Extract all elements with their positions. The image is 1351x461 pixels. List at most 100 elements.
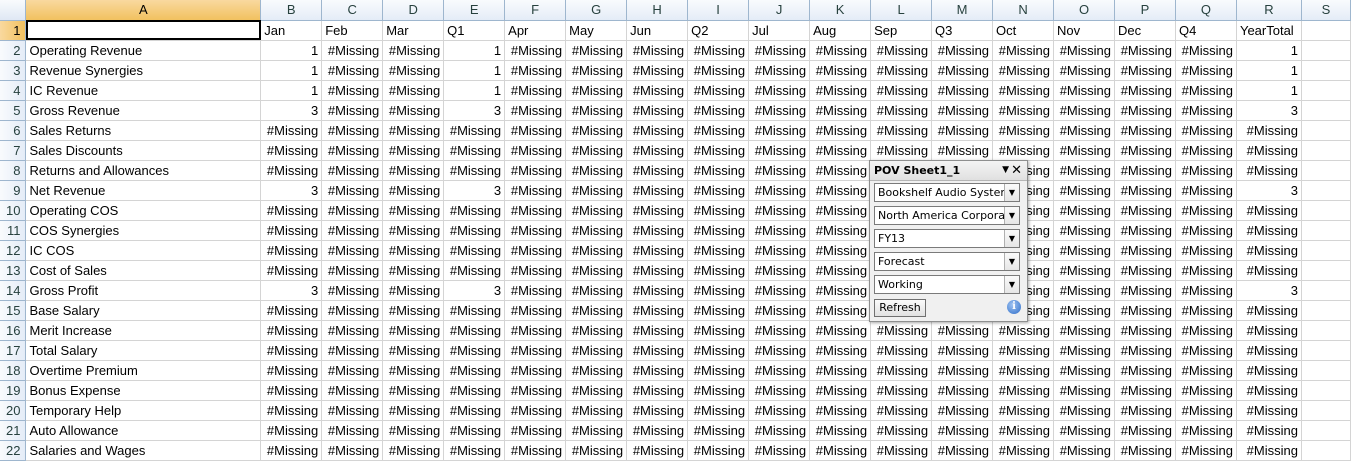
data-cell[interactable]: #Missing xyxy=(260,200,323,221)
data-cell[interactable]: #Missing xyxy=(1175,100,1237,121)
data-cell[interactable]: 3 xyxy=(260,100,323,121)
data-cell[interactable]: #Missing xyxy=(1053,360,1115,381)
header-cell[interactable] xyxy=(1301,20,1351,41)
data-cell[interactable]: #Missing xyxy=(1175,60,1237,81)
data-cell[interactable]: #Missing xyxy=(321,160,384,181)
column-header[interactable]: O xyxy=(1053,0,1115,21)
data-cell[interactable]: #Missing xyxy=(382,180,445,201)
data-cell[interactable]: #Missing xyxy=(321,280,384,301)
data-cell[interactable]: #Missing xyxy=(1114,160,1176,181)
data-cell[interactable]: #Missing xyxy=(931,100,994,121)
data-cell[interactable] xyxy=(1301,440,1351,461)
data-cell[interactable]: #Missing xyxy=(687,320,750,341)
data-cell[interactable]: #Missing xyxy=(1175,320,1237,341)
data-cell[interactable]: #Missing xyxy=(626,100,689,121)
data-cell[interactable]: #Missing xyxy=(748,120,811,141)
header-cell[interactable]: Sep xyxy=(870,20,933,41)
column-header[interactable]: K xyxy=(809,0,872,21)
info-icon[interactable]: i xyxy=(1007,300,1021,314)
data-cell[interactable]: #Missing xyxy=(1236,400,1302,421)
row-label-cell[interactable]: Net Revenue xyxy=(25,180,262,201)
data-cell[interactable]: #Missing xyxy=(443,160,506,181)
data-cell[interactable]: #Missing xyxy=(260,380,323,401)
data-cell[interactable] xyxy=(1301,260,1351,281)
data-cell[interactable] xyxy=(1301,400,1351,421)
data-cell[interactable]: #Missing xyxy=(443,200,506,221)
data-cell[interactable]: #Missing xyxy=(1114,420,1176,441)
data-cell[interactable]: #Missing xyxy=(870,360,933,381)
data-cell[interactable]: #Missing xyxy=(565,140,628,161)
data-cell[interactable]: #Missing xyxy=(565,380,628,401)
data-cell[interactable]: #Missing xyxy=(870,320,933,341)
data-cell[interactable]: #Missing xyxy=(504,420,567,441)
data-cell[interactable]: 3 xyxy=(443,180,506,201)
data-cell[interactable]: #Missing xyxy=(565,360,628,381)
data-cell[interactable]: 3 xyxy=(443,280,506,301)
column-header[interactable]: R xyxy=(1236,0,1302,21)
data-cell[interactable]: 1 xyxy=(443,60,506,81)
data-cell[interactable]: #Missing xyxy=(382,300,445,321)
data-cell[interactable] xyxy=(1301,420,1351,441)
data-cell[interactable]: #Missing xyxy=(992,400,1055,421)
data-cell[interactable]: #Missing xyxy=(1053,440,1115,461)
data-cell[interactable]: #Missing xyxy=(809,340,872,361)
header-cell[interactable]: Q1 xyxy=(443,20,506,41)
data-cell[interactable]: #Missing xyxy=(1175,260,1237,281)
data-cell[interactable]: #Missing xyxy=(992,80,1055,101)
data-cell[interactable]: #Missing xyxy=(809,400,872,421)
data-cell[interactable]: #Missing xyxy=(931,400,994,421)
data-cell[interactable] xyxy=(1301,320,1351,341)
data-cell[interactable]: #Missing xyxy=(626,340,689,361)
data-cell[interactable]: #Missing xyxy=(870,120,933,141)
data-cell[interactable]: #Missing xyxy=(626,320,689,341)
data-cell[interactable]: #Missing xyxy=(565,400,628,421)
data-cell[interactable]: #Missing xyxy=(443,360,506,381)
data-cell[interactable]: #Missing xyxy=(626,400,689,421)
data-cell[interactable]: #Missing xyxy=(504,380,567,401)
data-cell[interactable]: #Missing xyxy=(1114,240,1176,261)
data-cell[interactable]: #Missing xyxy=(1175,220,1237,241)
data-cell[interactable]: 1 xyxy=(443,40,506,61)
column-header[interactable]: H xyxy=(626,0,689,21)
data-cell[interactable]: #Missing xyxy=(1175,440,1237,461)
data-cell[interactable]: #Missing xyxy=(687,240,750,261)
row-label-cell[interactable]: Revenue Synergies xyxy=(25,60,262,81)
data-cell[interactable]: #Missing xyxy=(992,140,1055,161)
data-cell[interactable]: #Missing xyxy=(687,140,750,161)
header-cell[interactable]: Oct xyxy=(992,20,1055,41)
data-cell[interactable]: #Missing xyxy=(1175,140,1237,161)
row-header[interactable]: 18 xyxy=(0,360,27,381)
data-cell[interactable]: #Missing xyxy=(1236,300,1302,321)
data-cell[interactable]: #Missing xyxy=(382,80,445,101)
data-cell[interactable]: 3 xyxy=(260,180,323,201)
data-cell[interactable]: #Missing xyxy=(260,140,323,161)
data-cell[interactable]: #Missing xyxy=(1114,300,1176,321)
data-cell[interactable]: #Missing xyxy=(321,60,384,81)
data-cell[interactable]: #Missing xyxy=(626,220,689,241)
data-cell[interactable]: #Missing xyxy=(626,140,689,161)
data-cell[interactable]: #Missing xyxy=(1236,380,1302,401)
data-cell[interactable]: #Missing xyxy=(565,200,628,221)
data-cell[interactable]: #Missing xyxy=(1053,220,1115,241)
data-cell[interactable]: #Missing xyxy=(382,240,445,261)
data-cell[interactable]: #Missing xyxy=(382,100,445,121)
row-header[interactable]: 5 xyxy=(0,100,27,121)
data-cell[interactable]: #Missing xyxy=(748,440,811,461)
data-cell[interactable]: #Missing xyxy=(687,360,750,381)
data-cell[interactable]: #Missing xyxy=(931,60,994,81)
data-cell[interactable]: #Missing xyxy=(504,360,567,381)
header-cell[interactable]: Jul xyxy=(748,20,811,41)
data-cell[interactable]: #Missing xyxy=(931,420,994,441)
data-cell[interactable]: #Missing xyxy=(870,400,933,421)
data-cell[interactable]: #Missing xyxy=(504,300,567,321)
data-cell[interactable]: #Missing xyxy=(870,40,933,61)
data-cell[interactable]: #Missing xyxy=(260,400,323,421)
data-cell[interactable]: #Missing xyxy=(1175,120,1237,141)
data-cell[interactable]: #Missing xyxy=(504,40,567,61)
data-cell[interactable] xyxy=(1301,120,1351,141)
data-cell[interactable]: #Missing xyxy=(992,440,1055,461)
data-cell[interactable]: #Missing xyxy=(443,240,506,261)
data-cell[interactable]: #Missing xyxy=(565,40,628,61)
data-cell[interactable] xyxy=(1301,160,1351,181)
data-cell[interactable]: #Missing xyxy=(626,80,689,101)
